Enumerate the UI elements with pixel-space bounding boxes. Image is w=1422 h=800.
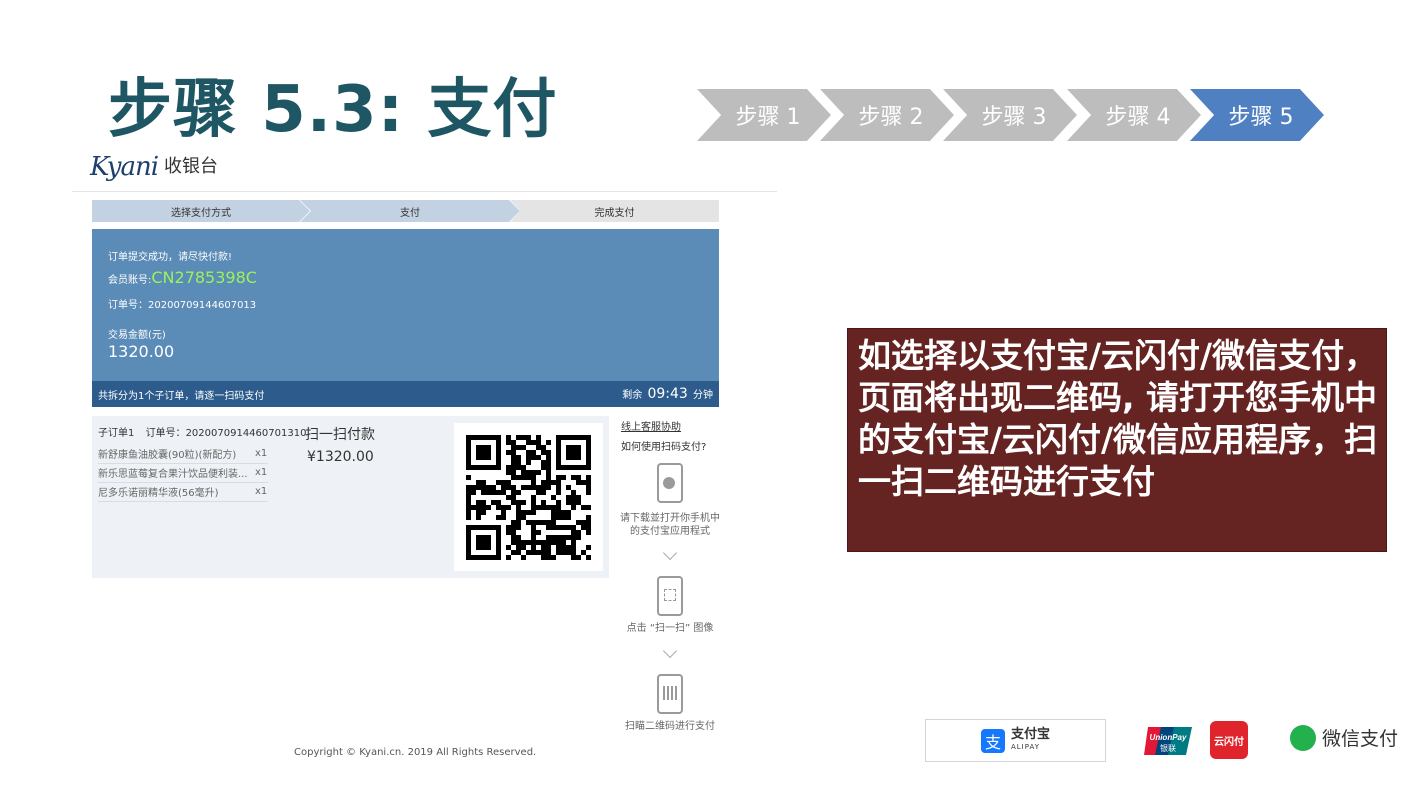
member-account: 会员账号: CN2785398C [108,268,257,287]
member-label: 会员账号: [108,275,152,286]
suborder-header: 子订单1 订单号：2020070914460701310 [98,424,306,439]
amount-label: 交易金额(元) [108,330,166,341]
timer-value: 09:43 [647,386,688,402]
item-name: 新乐思蓝莓复合果汁饮品便利装... [98,465,268,483]
item-name: 尼多乐诺丽精华液(56毫升) [98,484,268,502]
order-number: 订单号：20200709144607013 [108,296,256,311]
order-number-value: 20200709144607013 [148,300,257,311]
suborder-label: 子订单1 [98,428,135,439]
suborder-number-label: 订单号： [145,428,186,439]
alipay-logo: 支 支付宝 ALIPAY [925,719,1106,762]
help-step-2: 点击 “扫一扫” 图像 [626,623,714,634]
copyright: Copyright © Kyani.cn. 2019 All Rights Re… [294,747,537,758]
instruction-note: 如选择以支付宝/云闪付/微信支付，页面将出现二维码, 请打开您手机中的支付宝/云… [847,328,1387,552]
amount-value: 1320.00 [108,342,175,361]
phone-qr-icon [657,674,683,714]
unionpay-text: UnionPay [1150,733,1187,742]
kyani-logo: Kyani [90,152,159,182]
phone-scan-icon [657,576,683,616]
item-qty: x1 [255,486,268,497]
slide-title: 步骤 5.3: 支付 [108,73,558,147]
quickpass-logo: 云闪付 [1210,721,1248,759]
alipay-text: 支付宝 ALIPAY [1010,726,1050,753]
phone-tap-icon [657,463,683,503]
alipay-name-en: ALIPAY [1010,742,1041,751]
order-info-panel: 订单提交成功，请尽快付款! 会员账号: CN2785398C 订单号：20200… [92,229,719,407]
progress-complete: 完成支付 [510,200,719,222]
cashier-name: 收银台 [164,156,219,177]
split-note: 共拆分为1个子订单，请逐一扫码支付 [98,390,265,402]
alipay-icon: 支 [980,728,1005,753]
online-support-link[interactable]: 线上客服协助 [621,418,681,433]
step-2: 步骤 2 [820,89,954,141]
how-to-scan-heading: 如何使用扫码支付? [621,442,707,453]
progress-pay: 支付 [300,200,520,222]
chevron-down-icon [662,643,678,659]
payment-progress: 选择支付方式 支付 完成支付 [92,200,719,222]
progress-select-method: 选择支付方式 [92,200,310,222]
item-name: 新舒康鱼油胶囊(90粒)(新配方) [98,446,268,464]
remaining-label: 剩余 [622,390,643,401]
payment-qr-code [454,423,603,571]
order-number-label: 订单号： [108,300,148,311]
step-1: 步骤 1 [697,89,831,141]
suborder-amount: ¥1320.00 [307,449,374,465]
scan-title: 扫一扫付款 [305,427,375,443]
order-success-message: 订单提交成功，请尽快付款! [108,252,233,263]
cashier-brand: Kyani 收银台 [90,152,218,182]
item-qty: x1 [255,448,268,459]
wechat-pay-logo: 微信支付 [1290,724,1398,751]
unionpay-text-cn: 银联 [1160,743,1176,753]
suborder-number: 2020070914460701310 [185,428,307,439]
wechat-pay-text: 微信支付 [1322,728,1399,750]
item-qty: x1 [255,467,268,478]
order-footer: 共拆分为1个子订单，请逐一扫码支付 剩余 09:43 分钟 [92,381,719,407]
countdown: 剩余 09:43 分钟 [622,386,713,402]
chevron-down-icon [662,545,678,561]
step-4: 步骤 4 [1067,89,1201,141]
help-step-1: 请下载並打开你手机中的支付宝应用程式 [620,513,720,537]
step-chevrons: 步骤 1 步骤 2 步骤 3 步骤 4 步骤 5 [697,89,1327,141]
help-step-3: 扫瞄二维码进行支付 [625,721,715,732]
wechat-icon [1290,724,1316,751]
member-id: CN2785398C [151,268,257,287]
step-3: 步骤 3 [943,89,1077,141]
unionpay-logo: UnionPay 银联 [1144,727,1192,755]
step-5-active: 步骤 5 [1190,89,1324,141]
qr-code-icon [466,435,591,560]
header-divider [72,191,777,192]
timer-unit: 分钟 [693,390,713,401]
alipay-name: 支付宝 [1010,726,1050,742]
